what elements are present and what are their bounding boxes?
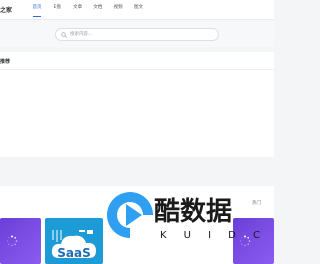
nav-item-documents[interactable]: 文档: [88, 0, 108, 20]
search-placeholder: 搜索内容...: [70, 32, 93, 37]
watermark-logo-icon: [107, 192, 153, 238]
nav-item-videos[interactable]: 视频: [108, 0, 128, 20]
nav-item-articles[interactable]: 文章: [68, 0, 88, 20]
card-loading-left[interactable]: [0, 218, 41, 264]
panel-divider: [0, 69, 274, 70]
watermark-letter: K: [160, 230, 167, 241]
nav-item-e-drive[interactable]: E盘: [47, 0, 67, 20]
card-saas[interactable]: SaaS: [45, 218, 103, 264]
watermark-letter: U: [183, 230, 191, 241]
nav-item-home[interactable]: 首页: [27, 0, 47, 20]
top-navigation-bar: 之家 首页 E盘 文章 文档 视频 图文: [0, 0, 274, 20]
saas-label: SaaS: [57, 246, 91, 260]
search-icon: [61, 31, 67, 38]
recommend-panel: 推荐: [0, 52, 274, 157]
nav-item-image-text[interactable]: 图文: [128, 0, 148, 20]
site-logo-text[interactable]: 之家: [0, 5, 12, 14]
watermark-letter: D: [228, 230, 236, 241]
loading-spinner-icon: [6, 235, 18, 247]
watermark-title: 酷数据: [154, 197, 233, 227]
watermark-letter: I: [208, 230, 212, 241]
main-nav: 首页 E盘 文章 文档 视频 图文: [27, 0, 149, 20]
search-input[interactable]: 搜索内容...: [55, 28, 219, 41]
hot-label[interactable]: 热门: [252, 200, 261, 206]
panel-title: 推荐: [0, 59, 11, 65]
watermark-letter: C: [252, 230, 260, 241]
search-band: 搜索内容...: [0, 20, 274, 47]
watermark-letters: K U I D C: [160, 230, 260, 241]
card-loading-right[interactable]: [233, 218, 274, 264]
